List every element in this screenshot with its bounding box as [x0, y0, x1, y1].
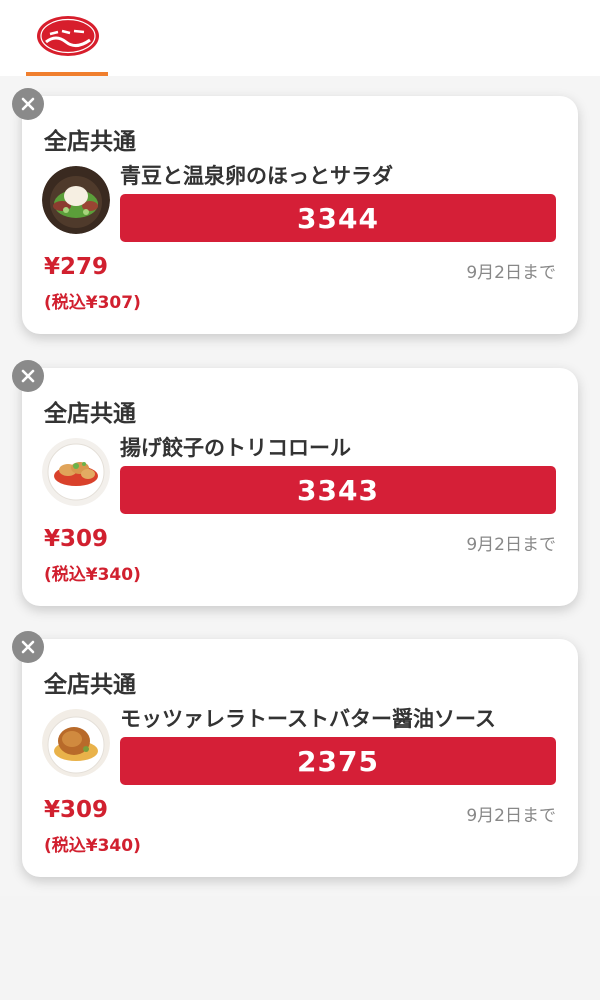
coupon-expiry: 9月2日まで: [466, 535, 556, 555]
coupon-price-tax: (税込¥340): [44, 565, 141, 585]
coupon-price: ¥309: [44, 797, 109, 823]
coupon-scope: 全店共通: [44, 672, 136, 698]
jonathan-logo[interactable]: [36, 14, 100, 58]
close-button[interactable]: [12, 631, 44, 663]
app-header: [0, 0, 600, 76]
coupon-code: 3344: [120, 194, 556, 242]
coupon-expiry: 9月2日まで: [466, 263, 556, 283]
coupon-card[interactable]: 全店共通 揚げ餃子のトリコロール 3343 ¥309 (税込¥340) 9月2日…: [12, 360, 578, 606]
coupon-item-name: モッツァレラトーストバター醤油ソース: [120, 707, 496, 731]
close-button[interactable]: [12, 88, 44, 120]
coupon-price: ¥279: [44, 254, 109, 280]
coupon-scope: 全店共通: [44, 129, 136, 155]
coupon-price-tax: (税込¥340): [44, 836, 141, 856]
salad-photo-icon: [42, 166, 110, 234]
coupon-card[interactable]: 全店共通 モッツァレラトーストバター醤油ソース 2375 ¥309 (税込¥34…: [12, 631, 578, 877]
coupon-card[interactable]: 全店共通 青豆と温泉卵のほっとサラダ 3344 ¥279 (税込¥307) 9月…: [12, 88, 578, 334]
gyoza-photo-icon: [42, 438, 110, 506]
close-icon: [21, 369, 35, 383]
coupon-code: 2375: [120, 737, 556, 785]
coupon-code: 3343: [120, 466, 556, 514]
coupon-price-tax: (税込¥307): [44, 293, 141, 313]
close-icon: [21, 640, 35, 654]
coupon-item-name: 揚げ餃子のトリコロール: [120, 436, 351, 460]
coupon-expiry: 9月2日まで: [466, 806, 556, 826]
toast-photo-icon: [42, 709, 110, 777]
coupon-scope: 全店共通: [44, 401, 136, 427]
close-button[interactable]: [12, 360, 44, 392]
close-icon: [21, 97, 35, 111]
coupon-price: ¥309: [44, 526, 109, 552]
coupon-list: 全店共通 青豆と温泉卵のほっとサラダ 3344 ¥279 (税込¥307) 9月…: [0, 76, 600, 896]
coupon-item-name: 青豆と温泉卵のほっとサラダ: [120, 164, 393, 188]
